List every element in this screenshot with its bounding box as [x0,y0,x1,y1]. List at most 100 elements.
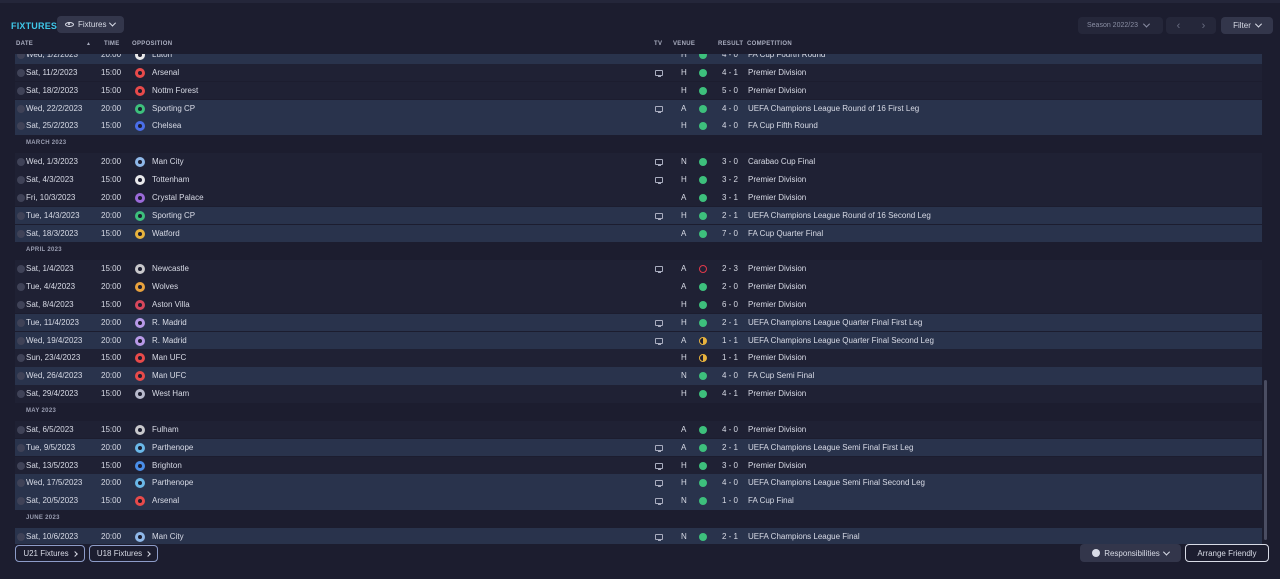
competition[interactable]: FA Cup Quarter Final [748,225,823,243]
view-dropdown[interactable]: Fixtures [57,16,125,33]
opponent-name[interactable]: Watford [152,225,180,243]
score[interactable]: 5 - 0 [722,82,738,100]
score[interactable]: 1 - 1 [722,332,738,350]
score[interactable]: 2 - 1 [722,207,738,225]
opponent-name[interactable]: Man City [152,528,184,544]
fixture-row[interactable]: Wed, 19/4/2023 20:00 R. Madrid A 1 - 1 UEFA C… [15,331,1262,350]
u21-fixtures-button[interactable]: U21 Fixtures [15,545,85,562]
fixture-row[interactable]: Sat, 25/2/2023 15:00 Chelsea H 4 - 0 FA Cup F… [15,117,1262,135]
opponent-name[interactable]: Arsenal [152,492,179,510]
competition[interactable]: UEFA Champions League Final [748,528,860,544]
opponent-name[interactable]: Sporting CP [152,207,195,225]
opponent-name[interactable]: Fulham [152,421,179,439]
fixture-row[interactable]: Wed, 26/4/2023 20:00 Man UFC N 4 - 0 FA Cup S… [15,367,1262,385]
fixture-row[interactable]: Tue, 9/5/2023 20:00 Parthenope A 2 - 1 UEFA C… [15,438,1262,457]
opponent-name[interactable]: Wolves [152,278,178,296]
score[interactable]: 4 - 0 [722,117,738,135]
opponent-name[interactable]: R. Madrid [152,332,187,350]
fixture-row[interactable]: Sun, 23/4/2023 15:00 Man UFC H 1 - 1 Premier … [15,349,1262,368]
opponent-name[interactable]: Crystal Palace [152,189,204,207]
competition[interactable]: FA Cup Final [748,492,794,510]
u18-fixtures-button[interactable]: U18 Fixtures [89,545,158,562]
fixture-row[interactable]: Sat, 20/5/2023 15:00 Arsenal N 1 - 0 FA Cup F… [15,492,1262,510]
competition[interactable]: FA Cup Semi Final [748,367,814,385]
scrollbar[interactable] [1264,380,1267,540]
opponent-name[interactable]: Chelsea [152,117,181,135]
fixture-row[interactable]: Fri, 10/3/2023 20:00 Crystal Palace A 3 - 1 P… [15,188,1262,207]
competition[interactable]: Premier Division [748,385,806,403]
col-time[interactable]: TIME [104,41,120,47]
opponent-name[interactable]: Luton [152,54,172,64]
fixture-row[interactable]: Tue, 4/4/2023 20:00 Wolves A 2 - 0 Premier Di… [15,278,1262,296]
opponent-name[interactable]: Sporting CP [152,100,195,118]
col-opposition[interactable]: OPPOSITION [132,41,172,47]
score[interactable]: 4 - 0 [722,100,738,118]
competition[interactable]: Premier Division [748,171,806,189]
fixture-row[interactable]: Sat, 4/3/2023 15:00 Tottenham H 3 - 2 Premier… [15,170,1262,189]
competition[interactable]: UEFA Champions League Quarter Final Firs… [748,314,922,332]
opponent-name[interactable]: Man UFC [152,367,186,385]
fixture-row[interactable]: Sat, 10/6/2023 20:00 Man City N 2 - 1 UEFA Ch… [15,527,1262,544]
competition[interactable]: Premier Division [748,278,806,296]
score[interactable]: 1 - 0 [722,492,738,510]
fixture-row[interactable]: Wed, 22/2/2023 20:00 Sporting CP A 4 - 0 UEFA… [15,99,1262,118]
filter-button[interactable]: Filter [1221,17,1273,34]
fixture-row[interactable]: Sat, 8/4/2023 15:00 Aston Villa H 6 - 0 Premi… [15,295,1262,314]
fixture-row[interactable]: Wed, 17/5/2023 20:00 Parthenope H 4 - 0 UEFA … [15,474,1262,492]
opponent-name[interactable]: Man UFC [152,349,186,367]
opponent-name[interactable]: West Ham [152,385,189,403]
opponent-name[interactable]: R. Madrid [152,314,187,332]
fixture-row[interactable]: Sat, 1/4/2023 15:00 Newcastle A 2 - 3 Premier… [15,260,1262,278]
opponent-name[interactable]: Tottenham [152,171,189,189]
competition[interactable]: Premier Division [748,421,806,439]
responsibilities-button[interactable]: Responsibilities [1080,544,1181,562]
arrange-friendly-button[interactable]: Arrange Friendly [1185,544,1269,562]
col-date[interactable]: DATE [16,41,33,47]
score[interactable]: 4 - 1 [722,64,738,82]
col-tv[interactable]: TV [654,41,662,47]
score[interactable]: 3 - 1 [722,189,738,207]
score[interactable]: 3 - 2 [722,171,738,189]
score[interactable]: 7 - 0 [722,225,738,243]
competition[interactable]: UEFA Champions League Semi Final First L… [748,439,913,457]
season-selector[interactable]: Season 2022/23 [1078,17,1163,34]
prev-season-button[interactable]: ‹ [1177,20,1181,32]
competition[interactable]: Premier Division [748,82,806,100]
fixture-row[interactable]: Tue, 14/3/2023 20:00 Sporting CP H 2 - 1 UEFA… [15,206,1262,225]
competition[interactable]: Premier Division [748,349,806,367]
opponent-name[interactable]: Aston Villa [152,296,190,314]
competition[interactable]: Premier Division [748,296,806,314]
score[interactable]: 4 - 0 [722,474,738,492]
col-venue[interactable]: VENUE [673,41,695,47]
score[interactable]: 2 - 3 [722,260,738,278]
score[interactable]: 3 - 0 [722,153,738,171]
competition[interactable]: UEFA Champions League Round of 16 Second… [748,207,931,225]
col-result[interactable]: RESULT [718,41,743,47]
competition[interactable]: Premier Division [748,64,806,82]
score[interactable]: 4 - 0 [722,421,738,439]
next-season-button[interactable]: › [1202,20,1206,32]
score[interactable]: 3 - 0 [722,457,738,475]
score[interactable]: 2 - 1 [722,314,738,332]
fixture-row[interactable]: Sat, 29/4/2023 15:00 West Ham H 4 - 1 Premier… [15,385,1262,403]
score[interactable]: 2 - 1 [722,528,738,544]
fixture-row[interactable]: Sat, 6/5/2023 15:00 Fulham A 4 - 0 Premier Di… [15,420,1262,439]
competition[interactable]: Premier Division [748,260,806,278]
fixture-row[interactable]: Tue, 11/4/2023 20:00 R. Madrid H 2 - 1 UEFA C… [15,313,1262,332]
score[interactable]: 4 - 0 [722,367,738,385]
score[interactable]: 6 - 0 [722,296,738,314]
fixture-row[interactable]: Sat, 18/2/2023 15:00 Nottm Forest H 5 - 0 Pre… [15,81,1262,100]
competition[interactable]: FA Cup Fourth Round [748,54,825,64]
fixture-row[interactable]: Wed, 1/2/2023 20:00 Luton H 4 - 0 FA Cup Four… [15,54,1262,64]
score[interactable]: 1 - 1 [722,349,738,367]
col-competition[interactable]: COMPETITION [747,41,792,47]
competition[interactable]: UEFA Champions League Round of 16 First … [748,100,919,118]
opponent-name[interactable]: Newcastle [152,260,189,278]
score[interactable]: 2 - 0 [722,278,738,296]
competition[interactable]: UEFA Champions League Quarter Final Seco… [748,332,934,350]
opponent-name[interactable]: Arsenal [152,64,179,82]
fixture-row[interactable]: Sat, 13/5/2023 15:00 Brighton H 3 - 0 Premier… [15,456,1262,475]
competition[interactable]: UEFA Champions League Semi Final Second … [748,474,925,492]
fixture-row[interactable]: Sat, 11/2/2023 15:00 Arsenal H 4 - 1 Premier … [15,63,1262,82]
score[interactable]: 2 - 1 [722,439,738,457]
